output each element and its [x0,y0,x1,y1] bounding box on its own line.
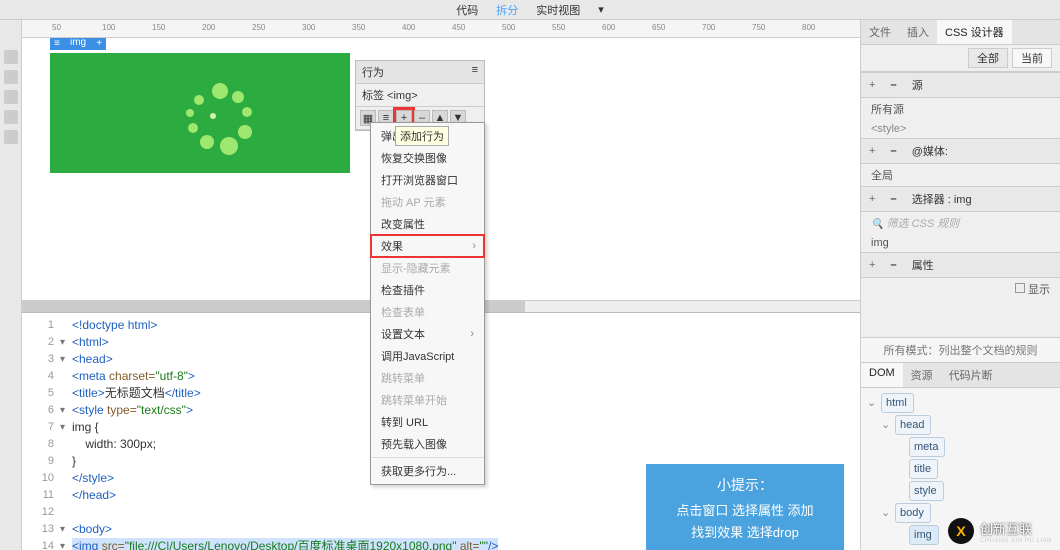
element-tag-pill[interactable]: ≡ img + [50,38,106,50]
menu-item[interactable]: 预先载入图像 [371,433,484,455]
menu-item[interactable]: 调用JavaScript [371,345,484,367]
menu-item[interactable]: 打开浏览器窗口 [371,169,484,191]
tip-line: 点击窗口 选择属性 添加 [652,500,838,522]
panel-tab-file[interactable]: 文件 [861,20,899,44]
tool-icon[interactable] [4,50,18,64]
resources-tab[interactable]: 资源 [903,363,941,387]
dom-node-html[interactable]: html [881,393,914,413]
left-toolbar [0,20,22,550]
dom-node-img[interactable]: img [909,525,939,545]
snippets-tab[interactable]: 代码片断 [941,363,1001,387]
section-properties[interactable]: – 属性 [861,252,1060,278]
tool-icon[interactable] [4,110,18,124]
show-checkbox-label[interactable]: 显示 [1028,284,1050,296]
dom-node-body[interactable]: body [895,503,931,523]
tip-box: 小提示： 点击窗口 选择属性 添加 找到效果 选择drop [646,464,844,550]
section-selectors[interactable]: – 选择器 : img [861,186,1060,212]
menu-item[interactable]: 检查插件 [371,279,484,301]
image-element[interactable] [50,53,350,173]
tab-code[interactable]: 代码 [456,2,478,18]
right-panel: 文件 插入 CSS 设计器 全部 当前 – 源 所有源 <style> – @媒… [860,20,1060,550]
menu-icon[interactable]: ≡ [50,38,64,50]
ruler-horizontal: 5010015020025030035040045050055060065070… [22,20,860,38]
menu-item[interactable]: 设置文本› [371,323,484,345]
dom-node-style[interactable]: style [909,481,944,501]
tip-title: 小提示： [652,474,838,496]
menu-item[interactable]: 转到 URL [371,411,484,433]
tool-icon[interactable] [4,90,18,104]
dom-node-title[interactable]: title [909,459,938,479]
logo-brand: 创新互联 [980,519,1052,538]
sources-style[interactable]: <style> [861,120,1060,138]
behavior-title: 行为 [362,64,384,80]
tooltip: 添加行为 [395,126,449,146]
panel-tab-css-designer[interactable]: CSS 设计器 [937,20,1012,44]
menu-item: 跳转菜单 [371,367,484,389]
tab-live[interactable]: 实时视图 [536,2,580,18]
menu-item[interactable]: 效果 [371,235,484,257]
menu-item[interactable]: 恢复交换图像 [371,147,484,169]
tip-line: 找到效果 选择drop [652,522,838,544]
panel-tab-insert[interactable]: 插入 [899,20,937,44]
menu-item: 检查表单 [371,301,484,323]
menu-item: 跳转菜单开始 [371,389,484,411]
dom-node-head[interactable]: head [895,415,931,435]
section-sources[interactable]: – 源 [861,72,1060,98]
menu-item: 显示-隐藏元素 [371,257,484,279]
logo: X 创新互联 CHUANG XIN HU LIAN [948,518,1052,544]
tab-live-dropdown[interactable]: ▾ [598,3,604,16]
section-sources-label: 源 [912,77,923,93]
logo-icon: X [948,518,974,544]
subtab-current[interactable]: 当前 [1012,48,1052,68]
section-properties-label: 属性 [912,257,934,273]
section-media[interactable]: – @媒体: [861,138,1060,164]
tab-split[interactable]: 拆分 [496,2,518,18]
tool-icon[interactable] [4,130,18,144]
media-global[interactable]: 全局 [861,164,1060,186]
plus-icon[interactable]: + [92,38,106,50]
logo-sub: CHUANG XIN HU LIAN [980,538,1052,544]
status-note: 所有模式：列出整个文档的规则 [861,337,1060,363]
dom-tab[interactable]: DOM [861,363,903,387]
sources-all[interactable]: 所有源 [861,98,1060,120]
tool-icon[interactable] [4,70,18,84]
menu-item: 拖动 AP 元素 [371,191,484,213]
tag-label: img [64,38,92,50]
behavior-menu-icon[interactable]: ≡ [472,64,478,80]
section-selectors-label: 选择器 : img [912,191,972,207]
behavior-panel[interactable]: 行为≡ 标签 <img> ▦ ≡ + – ▲ ▼ [355,60,485,131]
image-content [180,83,260,163]
dom-node-meta[interactable]: meta [909,437,945,457]
section-media-label: @媒体: [912,143,948,159]
behavior-menu[interactable]: 弹出信息恢复交换图像打开浏览器窗口拖动 AP 元素改变属性效果显示-隐藏元素检查… [370,122,485,485]
selector-filter[interactable]: 筛选 CSS 规则 [887,218,960,230]
subtab-all[interactable]: 全部 [968,48,1008,68]
menu-item[interactable]: 获取更多行为... [371,460,484,482]
selector-img[interactable]: img [861,234,1060,252]
behavior-tag-label: 标签 <img> [356,84,484,107]
menu-item[interactable]: 改变属性 [371,213,484,235]
